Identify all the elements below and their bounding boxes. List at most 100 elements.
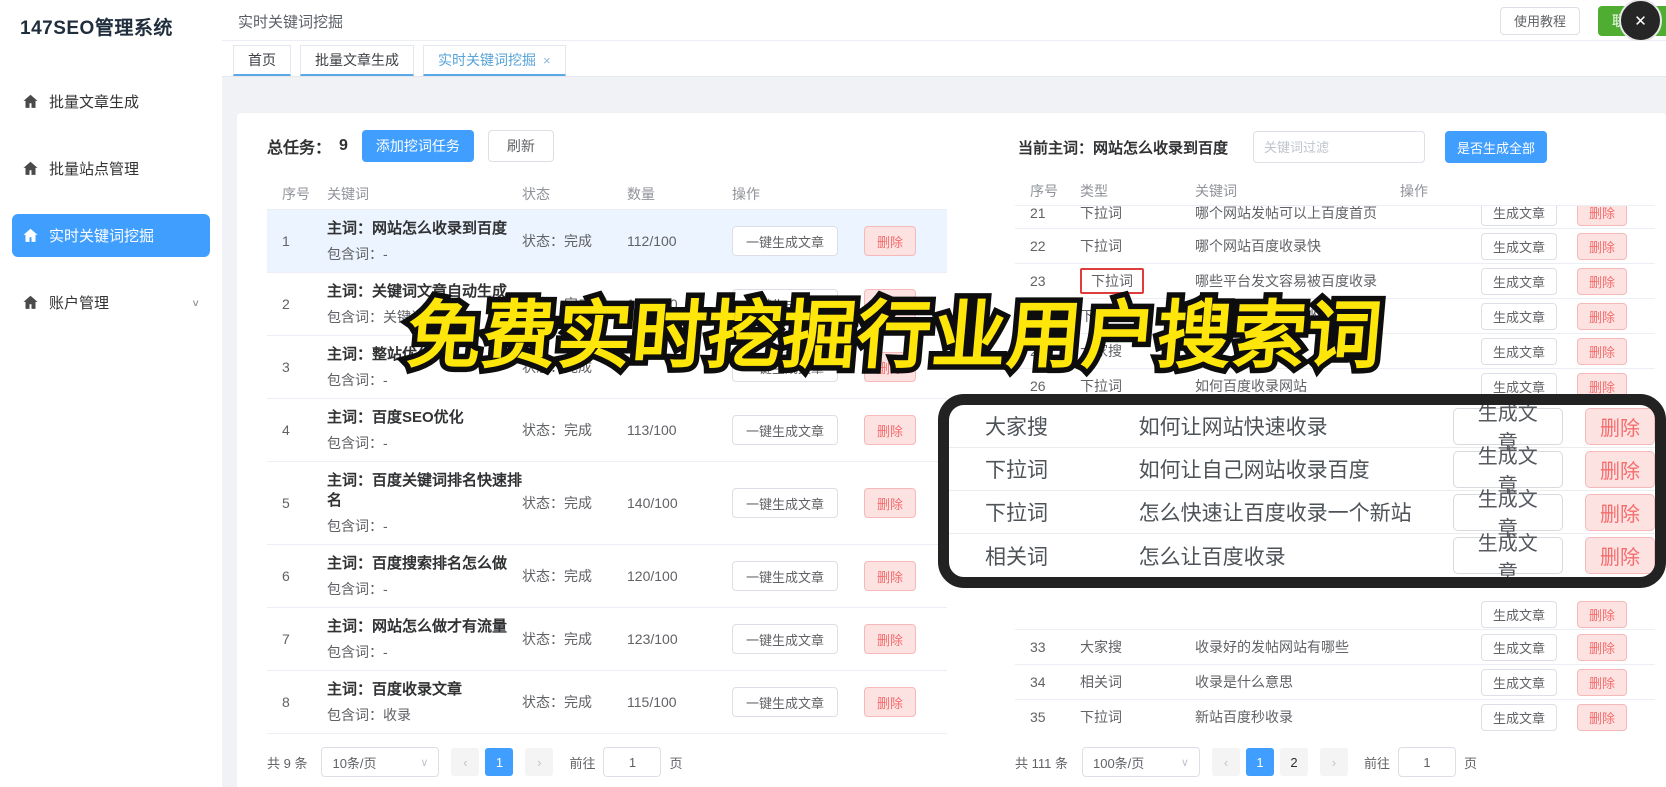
task-row-number: 1	[282, 233, 290, 249]
delete-button[interactable]: 删除	[864, 561, 917, 591]
keyword-row-number: 22	[1030, 238, 1046, 254]
delete-button[interactable]: 删除	[864, 226, 917, 256]
keyword-text: 新站百度秒收录	[1195, 709, 1293, 725]
delete-button[interactable]: 删除	[1576, 703, 1627, 731]
delete-button[interactable]: 删除	[1576, 601, 1627, 628]
generate-article-button[interactable]: 一键生成文章	[732, 488, 839, 518]
generate-article-button[interactable]: 生成文章	[1480, 633, 1557, 661]
delete-button[interactable]: 删除	[1585, 407, 1655, 445]
delete-button[interactable]: 删除	[1585, 450, 1655, 488]
sidebar-item-label: 批量文章生成	[49, 94, 140, 111]
sidebar-item-1[interactable]: 批量文章生成	[12, 80, 210, 123]
app-logo: 147SEO管理系统	[20, 18, 173, 39]
keyword-page-button[interactable]: 1	[1245, 748, 1274, 776]
generate-article-button[interactable]: 生成文章	[1480, 206, 1557, 226]
generate-article-button[interactable]: 生成文章	[1452, 405, 1563, 454]
chevron-down-icon: ∨	[420, 756, 429, 769]
tab-bar: 首页 批量文章生成 实时关键词挖掘 ×	[222, 41, 1666, 77]
task-include-word: 包含词：-	[327, 435, 388, 451]
task-row: 5 主词：百度关键词排名快速排名 包含词：- 状态：完成 140/100 一键生成文章 删除	[267, 462, 947, 545]
delete-button[interactable]: 删除	[1576, 206, 1627, 226]
generate-article-button[interactable]: 一键生成文章	[732, 687, 839, 717]
generate-article-button[interactable]: 生成文章	[1480, 703, 1557, 731]
task-row: 8 主词：百度收录文章 包含词：收录 状态：完成 115/100 一键生成文章 删除	[267, 671, 947, 734]
keyword-next-page-button[interactable]: ›	[1319, 748, 1348, 776]
delete-button[interactable]: 删除	[864, 488, 917, 518]
generate-article-button[interactable]: 生成文章	[1480, 601, 1557, 628]
delete-button[interactable]: 删除	[864, 687, 917, 717]
sidebar-item-2[interactable]: 批量站点管理	[12, 147, 210, 190]
sidebar-nav: 批量文章生成批量站点管理 实时关键词挖掘 账户管理 ∨	[0, 80, 222, 324]
task-page-size-select[interactable]: 10条/页 ∨	[321, 747, 440, 777]
task-page-size-value: 10条/页	[332, 755, 377, 771]
generate-article-button[interactable]: 一键生成文章	[732, 624, 839, 654]
keyword-type-label: 相关词	[1080, 674, 1122, 690]
generate-article-button[interactable]: 一键生成文章	[732, 561, 839, 591]
task-include-word: 包含词：-	[327, 246, 388, 262]
delete-button[interactable]: 删除	[1576, 668, 1627, 696]
sidebar-item-4[interactable]: 账户管理 ∨	[12, 281, 210, 324]
tab-1[interactable]: 首页	[233, 45, 291, 76]
keyword-type-label: 下拉词	[1080, 709, 1122, 725]
keyword-row: 34 相关词 收录是什么意思 生成文章 删除	[1015, 665, 1655, 700]
delete-button[interactable]: 删除	[1585, 537, 1655, 574]
generate-article-button[interactable]: 生成文章	[1480, 302, 1557, 330]
keyword-goto-input[interactable]	[1398, 747, 1456, 777]
task-pagination: 共 9 条 10条/页 ∨ ‹1 › 前往 页	[267, 747, 947, 777]
keyword-row: 21 下拉词 哪个网站发帖可以上百度首页 生成文章 删除	[1015, 206, 1655, 229]
task-row-number: 6	[282, 568, 290, 584]
task-row-number: 7	[282, 631, 290, 647]
generate-article-button[interactable]: 生成文章	[1480, 232, 1557, 260]
generate-article-button[interactable]: 生成文章	[1480, 337, 1557, 365]
task-row-number: 4	[282, 422, 290, 438]
tab-3[interactable]: 实时关键词挖掘 ×	[423, 45, 566, 76]
delete-button[interactable]: 删除	[1576, 633, 1627, 661]
sidebar-item-3[interactable]: 实时关键词挖掘	[12, 214, 210, 257]
task-prev-page-button[interactable]: ‹	[451, 748, 480, 776]
generate-article-button[interactable]: 生成文章	[1480, 267, 1557, 295]
generate-article-button[interactable]: 一键生成文章	[732, 415, 839, 445]
generate-article-button[interactable]: 生成文章	[1480, 668, 1557, 696]
keyword-prev-page-button[interactable]: ‹	[1211, 748, 1240, 776]
contact-float-icon[interactable]: ✕	[1619, 0, 1662, 42]
keyword-row-number: 35	[1030, 709, 1046, 725]
magnifier-type: 下拉词	[985, 459, 1048, 482]
tab-2[interactable]: 批量文章生成	[300, 45, 414, 76]
generate-article-button[interactable]: 生成文章	[1452, 489, 1563, 540]
task-main-word: 主词：百度收录文章	[327, 681, 463, 698]
delete-button[interactable]: 删除	[864, 415, 917, 445]
delete-button[interactable]: 删除	[1576, 232, 1627, 260]
keyword-actions: 生成文章 删除	[1400, 703, 1655, 731]
task-page-button[interactable]: 1	[485, 748, 514, 776]
tutorial-button[interactable]: 使用教程	[1499, 6, 1580, 35]
task-panel-header: 总任务： 9 添加挖词任务 刷新	[267, 128, 947, 164]
task-actions: 一键生成文章 删除	[732, 624, 947, 654]
generate-article-button[interactable]: 生成文章	[1452, 533, 1563, 577]
delete-button[interactable]: 删除	[864, 624, 917, 654]
delete-button[interactable]: 删除	[1576, 267, 1627, 295]
task-row: 7 主词：网站怎么做才有流量 包含词：- 状态：完成 123/100 一键生成文章 删除	[267, 608, 947, 671]
keyword-filter-input[interactable]	[1254, 139, 1446, 155]
refresh-button[interactable]: 刷新	[487, 130, 554, 162]
keyword-actions: 生成文章 删除	[1400, 337, 1655, 365]
task-row-number: 2	[282, 296, 290, 312]
delete-button[interactable]: 删除	[1585, 493, 1655, 531]
chevron-down-icon: ∨	[191, 296, 200, 309]
generate-article-button[interactable]: 生成文章	[1452, 446, 1563, 497]
delete-button[interactable]: 删除	[1576, 337, 1627, 365]
task-next-page-button[interactable]: ›	[525, 748, 554, 776]
keyword-page-button[interactable]: 2	[1279, 748, 1308, 776]
close-icon[interactable]: ×	[543, 53, 551, 68]
task-actions: 一键生成文章 删除	[732, 687, 947, 717]
add-task-button[interactable]: 添加挖词任务	[361, 130, 474, 162]
task-goto-input[interactable]	[603, 747, 662, 777]
task-main-word: 主词：百度关键词排名快速排名	[327, 472, 523, 509]
keyword-type: 下拉词	[1080, 707, 1195, 727]
task-row-number: 5	[282, 495, 290, 511]
keyword-page-size-select[interactable]: 100条/页 ∨	[1081, 747, 1200, 777]
generate-all-button[interactable]: 是否生成全部	[1445, 131, 1548, 163]
delete-button[interactable]: 删除	[1576, 302, 1627, 330]
generate-article-button[interactable]: 一键生成文章	[732, 226, 839, 256]
column-header: 状态	[522, 185, 550, 202]
magnifier-keyword: 怎么让百度收录	[1138, 545, 1286, 569]
